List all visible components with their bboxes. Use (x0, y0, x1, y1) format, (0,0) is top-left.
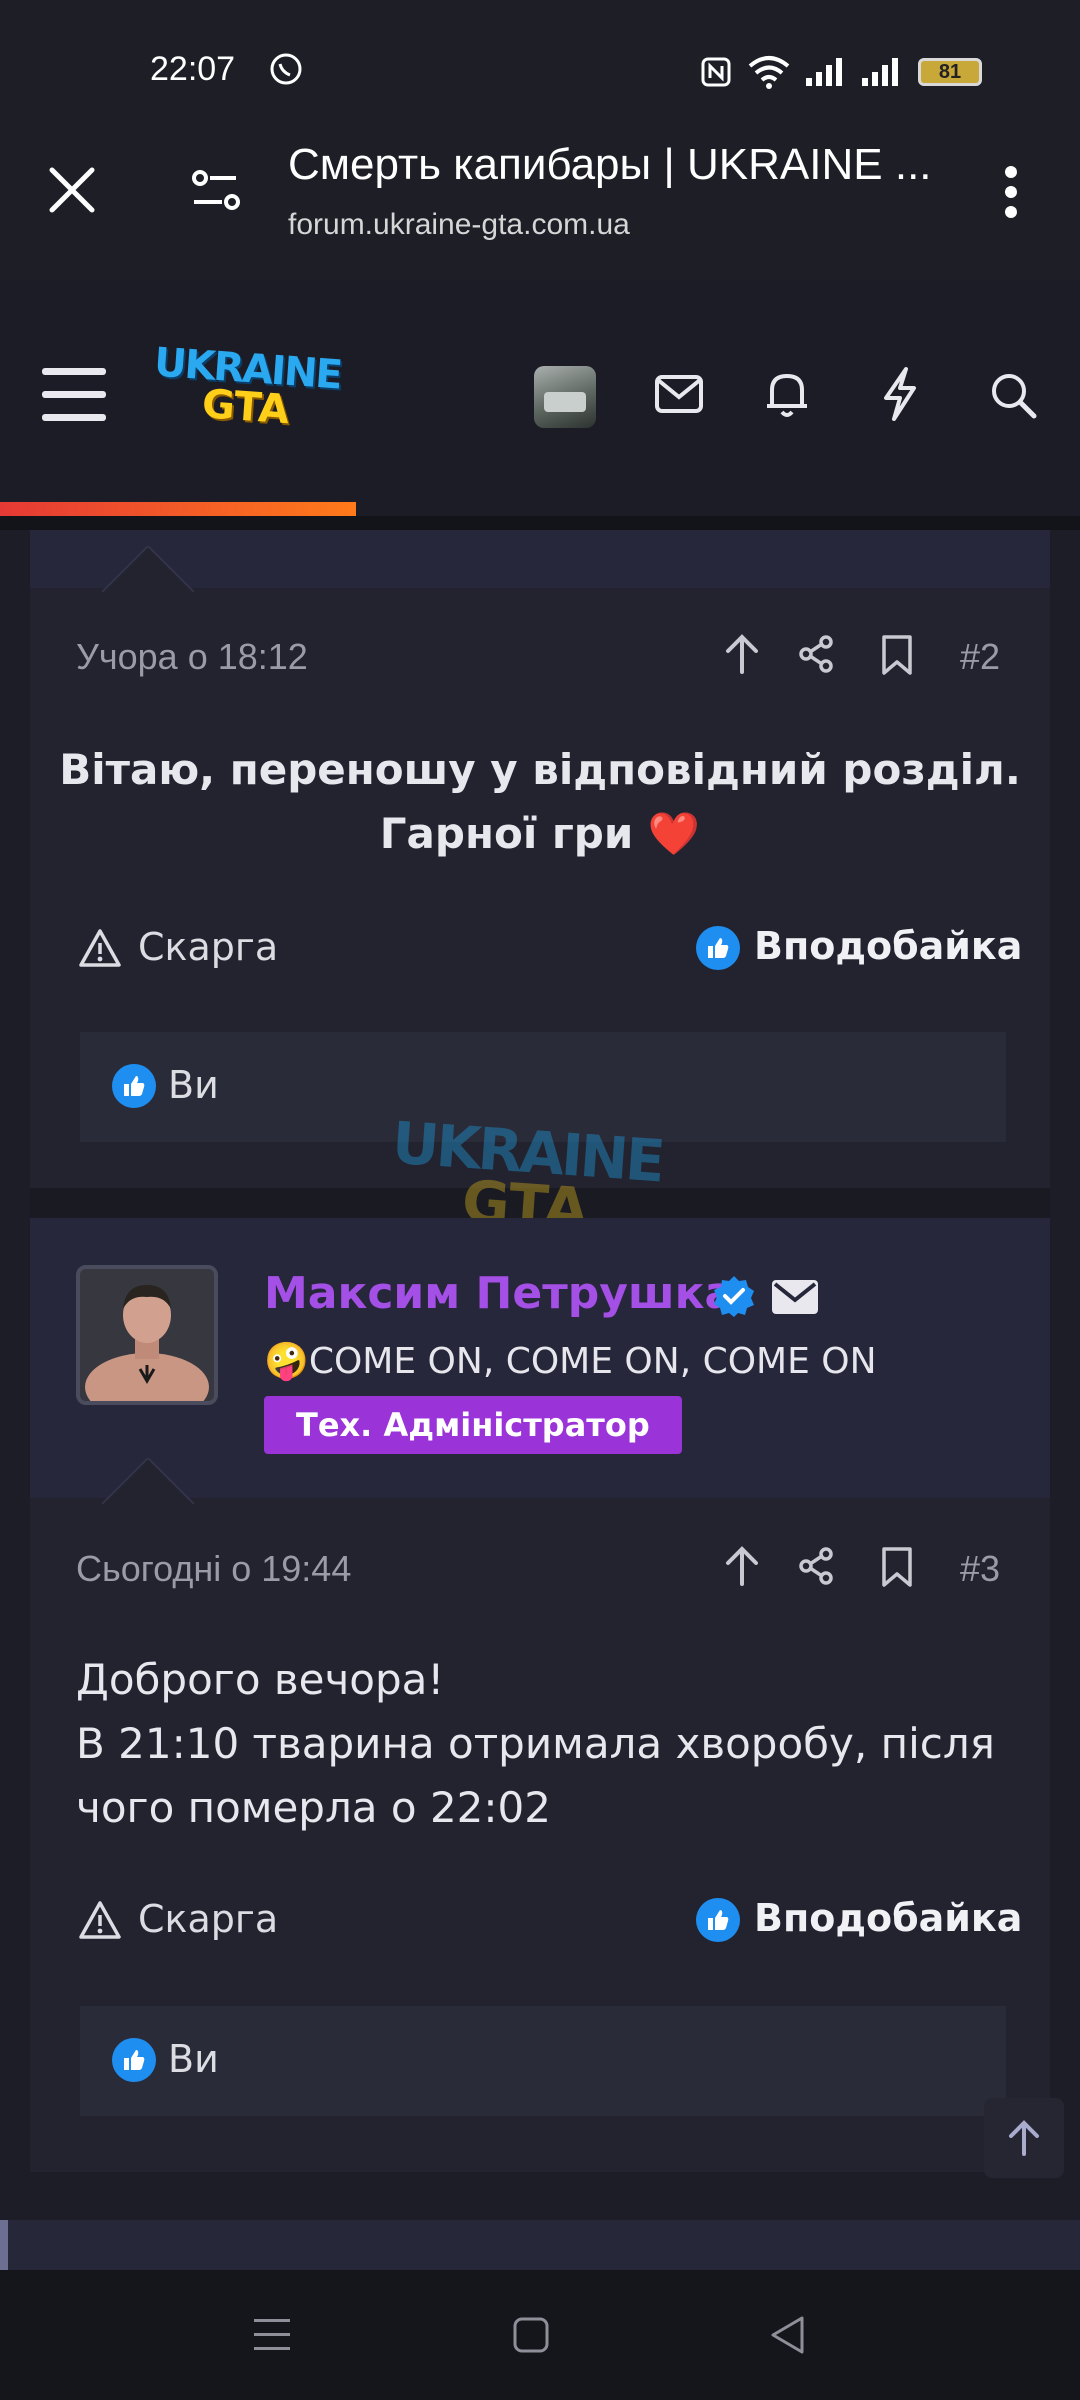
post-number[interactable]: #2 (960, 636, 1000, 678)
warning-icon (78, 928, 122, 972)
report-link[interactable]: Скарга (138, 1897, 278, 1941)
post-caret-3 (101, 1456, 195, 1508)
signal-1-icon (804, 56, 844, 92)
post-body-line: Доброго вечора! (76, 1655, 445, 1704)
nav-menu-icon[interactable] (252, 2316, 292, 2358)
warning-icon (78, 1900, 122, 1944)
author-name[interactable]: Максим Петрушка (264, 1268, 734, 1319)
search-icon[interactable] (988, 370, 1038, 424)
verified-icon (712, 1274, 756, 1322)
reactions-text[interactable]: Ви (168, 2037, 219, 2081)
reactions-text[interactable]: Ви (168, 1063, 219, 1107)
post-body-line: В 21:10 тварина отримала хворобу, після (76, 1719, 995, 1768)
like-button[interactable]: Вподобайка (754, 1896, 1022, 1940)
scroll-progress-bar (0, 502, 357, 516)
reactions-bar[interactable] (80, 2006, 1006, 2116)
post-caret (101, 544, 195, 596)
author-avatar[interactable] (76, 1265, 218, 1405)
battery-indicator: 81 (918, 58, 982, 86)
reaction-thumbs-up-icon (112, 2038, 156, 2082)
nav-back-icon[interactable] (768, 2314, 806, 2360)
logo-text-bottom: GTA (200, 381, 291, 434)
bookmark-icon[interactable] (880, 634, 914, 680)
reply-prompt-strip (0, 2220, 1080, 2270)
author-title: 🤪COME ON, COME ON, COME ON (264, 1341, 877, 1382)
bell-icon[interactable] (764, 368, 810, 424)
arrow-up-icon[interactable] (722, 1544, 762, 1592)
role-badge: Тех. Адміністратор (264, 1396, 682, 1454)
post-body: Доброго вечора! В 21:10 тварина отримала… (76, 1648, 1036, 1840)
more-vert-icon[interactable] (996, 164, 1026, 224)
reaction-thumbs-up-icon (112, 1064, 156, 1108)
thumbs-up-icon (696, 1898, 740, 1942)
wifi-icon (746, 54, 792, 94)
share-icon[interactable] (796, 1546, 836, 1590)
post-body: Вітаю, переношу у відповідний розділ. Га… (59, 745, 1021, 858)
nfc-icon (700, 56, 732, 92)
site-logo[interactable]: UKRAINE GTA (153, 340, 343, 442)
header-shadow (0, 516, 1080, 530)
bolt-icon[interactable] (880, 366, 920, 426)
post-number[interactable]: #3 (960, 1548, 1000, 1590)
post-date[interactable]: Сьогодні о 19:44 (76, 1548, 351, 1590)
post-body-line: чого померла о 22:02 (76, 1783, 551, 1832)
share-icon[interactable] (796, 634, 836, 678)
page-url[interactable]: forum.ukraine-gta.com.ua (288, 208, 630, 242)
arrow-up-icon[interactable] (722, 632, 762, 680)
mail-icon[interactable] (654, 372, 704, 420)
status-time: 22:07 (150, 50, 236, 88)
page-title: Смерть капибары | UKRAINE ... (288, 140, 932, 189)
close-icon[interactable] (44, 162, 100, 222)
user-avatar[interactable] (534, 366, 596, 428)
nav-home-icon[interactable] (512, 2316, 550, 2358)
menu-icon[interactable] (40, 364, 108, 428)
like-button[interactable]: Вподобайка (754, 924, 1022, 968)
envelope-icon[interactable] (772, 1280, 818, 1318)
scroll-to-top-button[interactable] (984, 2098, 1064, 2178)
site-settings-icon[interactable] (188, 164, 244, 220)
signal-2-icon (860, 56, 900, 92)
thumbs-up-icon (696, 926, 740, 970)
viber-icon (268, 52, 304, 92)
report-link[interactable]: Скарга (138, 925, 278, 969)
post-date[interactable]: Учора о 18:12 (76, 636, 308, 678)
bookmark-icon[interactable] (880, 1546, 914, 1592)
